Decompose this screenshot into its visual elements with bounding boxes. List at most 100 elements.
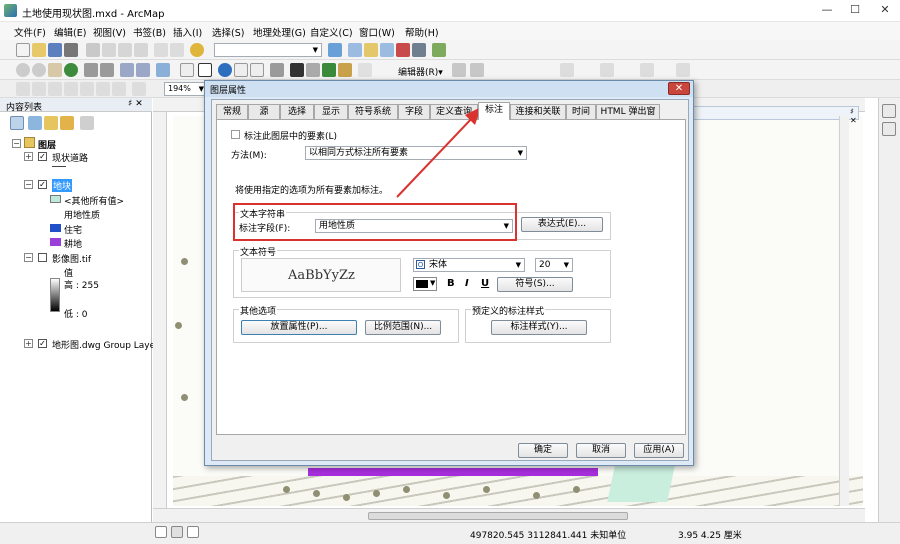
- search-window-icon[interactable]: [380, 43, 394, 57]
- search-dock-icon[interactable]: [882, 122, 896, 136]
- go-to-xy-icon[interactable]: [322, 63, 336, 77]
- road-layer-expander[interactable]: +: [24, 152, 33, 161]
- data-view-icon[interactable]: [155, 526, 167, 538]
- python-window-icon[interactable]: [412, 43, 426, 57]
- split-tool-icon[interactable]: [600, 63, 614, 77]
- refresh-icon[interactable]: [187, 526, 199, 538]
- paste-icon[interactable]: [118, 43, 132, 57]
- floating-window-pin[interactable]: ♯ ✕: [850, 107, 858, 125]
- layout-back-icon[interactable]: [96, 82, 110, 96]
- tab-labels[interactable]: 标注: [478, 102, 510, 120]
- toggle-draft-icon[interactable]: [132, 82, 146, 96]
- expression-button[interactable]: 表达式(E)...: [521, 217, 603, 232]
- list-by-selection-icon[interactable]: [60, 116, 74, 130]
- table-of-contents-icon[interactable]: [348, 43, 362, 57]
- zoom-out-icon[interactable]: [32, 63, 46, 77]
- layout-forward-icon[interactable]: [112, 82, 126, 96]
- layout-zoom-out-icon[interactable]: [32, 82, 46, 96]
- rotate-tool-icon[interactable]: [640, 63, 654, 77]
- font-size-combobox[interactable]: 20 ▼: [535, 258, 573, 272]
- underline-button[interactable]: U: [481, 278, 489, 289]
- list-by-visibility-icon[interactable]: [44, 116, 58, 130]
- dwg-layer-expander[interactable]: +: [24, 339, 33, 348]
- zoom-in-icon[interactable]: [16, 63, 30, 77]
- html-popup-icon[interactable]: [250, 63, 264, 77]
- menu-edit[interactable]: 编辑(E): [54, 25, 86, 39]
- symbol-button[interactable]: 符号(S)...: [497, 277, 573, 292]
- redo-icon[interactable]: [170, 43, 184, 57]
- font-color-picker[interactable]: ▼: [413, 277, 437, 291]
- menu-view[interactable]: 视图(V): [93, 25, 126, 39]
- parcel-layer-expander[interactable]: −: [24, 180, 33, 189]
- menu-selection[interactable]: 选择(S): [212, 25, 244, 39]
- dialog-close-button[interactable]: ✕: [668, 82, 690, 95]
- dwg-layer-checkbox[interactable]: ✓: [38, 339, 47, 348]
- scrollbar-thumb[interactable]: [368, 512, 628, 520]
- map-vertical-scrollbar[interactable]: [839, 116, 849, 506]
- tab-display[interactable]: 显示: [314, 104, 348, 119]
- tab-general[interactable]: 常规: [216, 104, 248, 119]
- tab-joins-relates[interactable]: 连接和关联: [510, 104, 566, 119]
- tab-selection[interactable]: 选择: [280, 104, 314, 119]
- minimize-button[interactable]: —: [814, 0, 840, 20]
- italic-button[interactable]: I: [465, 278, 469, 289]
- editor-toolbar-icon[interactable]: [328, 43, 342, 57]
- full-extent-icon[interactable]: [64, 63, 78, 77]
- open-folder-icon[interactable]: [32, 43, 46, 57]
- zoom-whole-page-icon[interactable]: [64, 82, 78, 96]
- layout-view-icon[interactable]: [171, 526, 183, 538]
- tab-html-popup[interactable]: HTML 弹出窗口: [596, 104, 660, 131]
- bold-button[interactable]: B: [447, 278, 455, 289]
- menu-help[interactable]: 帮助(H): [405, 25, 439, 39]
- add-data-icon[interactable]: [190, 43, 204, 57]
- select-elements-arrow-icon[interactable]: [198, 63, 212, 77]
- symbol-preview-box[interactable]: AaBbYyZz: [241, 258, 401, 292]
- find-route-icon[interactable]: [306, 63, 320, 77]
- tab-time[interactable]: 时间: [566, 104, 596, 119]
- scale-range-button[interactable]: 比例范围(N)...: [365, 320, 441, 335]
- tab-source[interactable]: 源: [248, 104, 280, 119]
- ok-button[interactable]: 确定: [518, 443, 568, 458]
- parcel-layer-checkbox[interactable]: ✓: [38, 180, 47, 189]
- new-document-icon[interactable]: [16, 43, 30, 57]
- select-features-icon[interactable]: [156, 63, 170, 77]
- attributes-icon[interactable]: [676, 63, 690, 77]
- menu-customize[interactable]: 自定义(C): [310, 25, 353, 39]
- fixed-zoom-in-icon[interactable]: [84, 63, 98, 77]
- menu-file[interactable]: 文件(F): [14, 25, 46, 39]
- close-window-button[interactable]: ✕: [872, 0, 898, 20]
- sketch-tools-icon[interactable]: [560, 63, 574, 77]
- time-slider-icon[interactable]: [338, 63, 352, 77]
- font-combobox[interactable]: O 宋体 ▼: [413, 258, 525, 272]
- menu-insert[interactable]: 插入(I): [173, 25, 202, 39]
- image-layer-checkbox[interactable]: [38, 253, 47, 262]
- toc-pin-close[interactable]: ♯ ✕: [128, 99, 143, 109]
- toc-options-icon[interactable]: [80, 116, 94, 130]
- layout-pan-icon[interactable]: [48, 82, 62, 96]
- editor-menu[interactable]: 编辑器(R)▾: [398, 65, 443, 78]
- hyperlink-icon[interactable]: [234, 63, 248, 77]
- road-layer-checkbox[interactable]: ✓: [38, 152, 47, 161]
- menu-bookmarks[interactable]: 书签(B): [133, 25, 166, 39]
- edit-tool-icon[interactable]: [452, 63, 466, 77]
- pan-hand-icon[interactable]: [48, 63, 62, 77]
- image-layer-label[interactable]: 影像图.tif: [52, 252, 91, 265]
- list-by-source-icon[interactable]: [28, 116, 42, 130]
- undo-icon[interactable]: [154, 43, 168, 57]
- parcel-layer-label[interactable]: 地块: [52, 179, 73, 192]
- back-extent-icon[interactable]: [120, 63, 134, 77]
- cut-icon[interactable]: [86, 43, 100, 57]
- menu-geoprocessing[interactable]: 地理处理(G): [253, 25, 306, 39]
- clear-selection-icon[interactable]: [180, 63, 194, 77]
- layers-expander[interactable]: −: [12, 139, 21, 148]
- catalog-icon[interactable]: [364, 43, 378, 57]
- delete-icon[interactable]: [134, 43, 148, 57]
- print-icon[interactable]: [64, 43, 78, 57]
- zoom-percent-combobox[interactable]: 194% ▼: [164, 82, 208, 96]
- arctoolbox-icon[interactable]: [396, 43, 410, 57]
- dwg-layer-label[interactable]: 地形图.dwg Group Laye: [52, 338, 155, 351]
- layers-root-label[interactable]: 图层: [38, 138, 56, 151]
- zoom-100-icon[interactable]: [80, 82, 94, 96]
- copy-icon[interactable]: [102, 43, 116, 57]
- scale-combobox[interactable]: ▼: [214, 43, 322, 57]
